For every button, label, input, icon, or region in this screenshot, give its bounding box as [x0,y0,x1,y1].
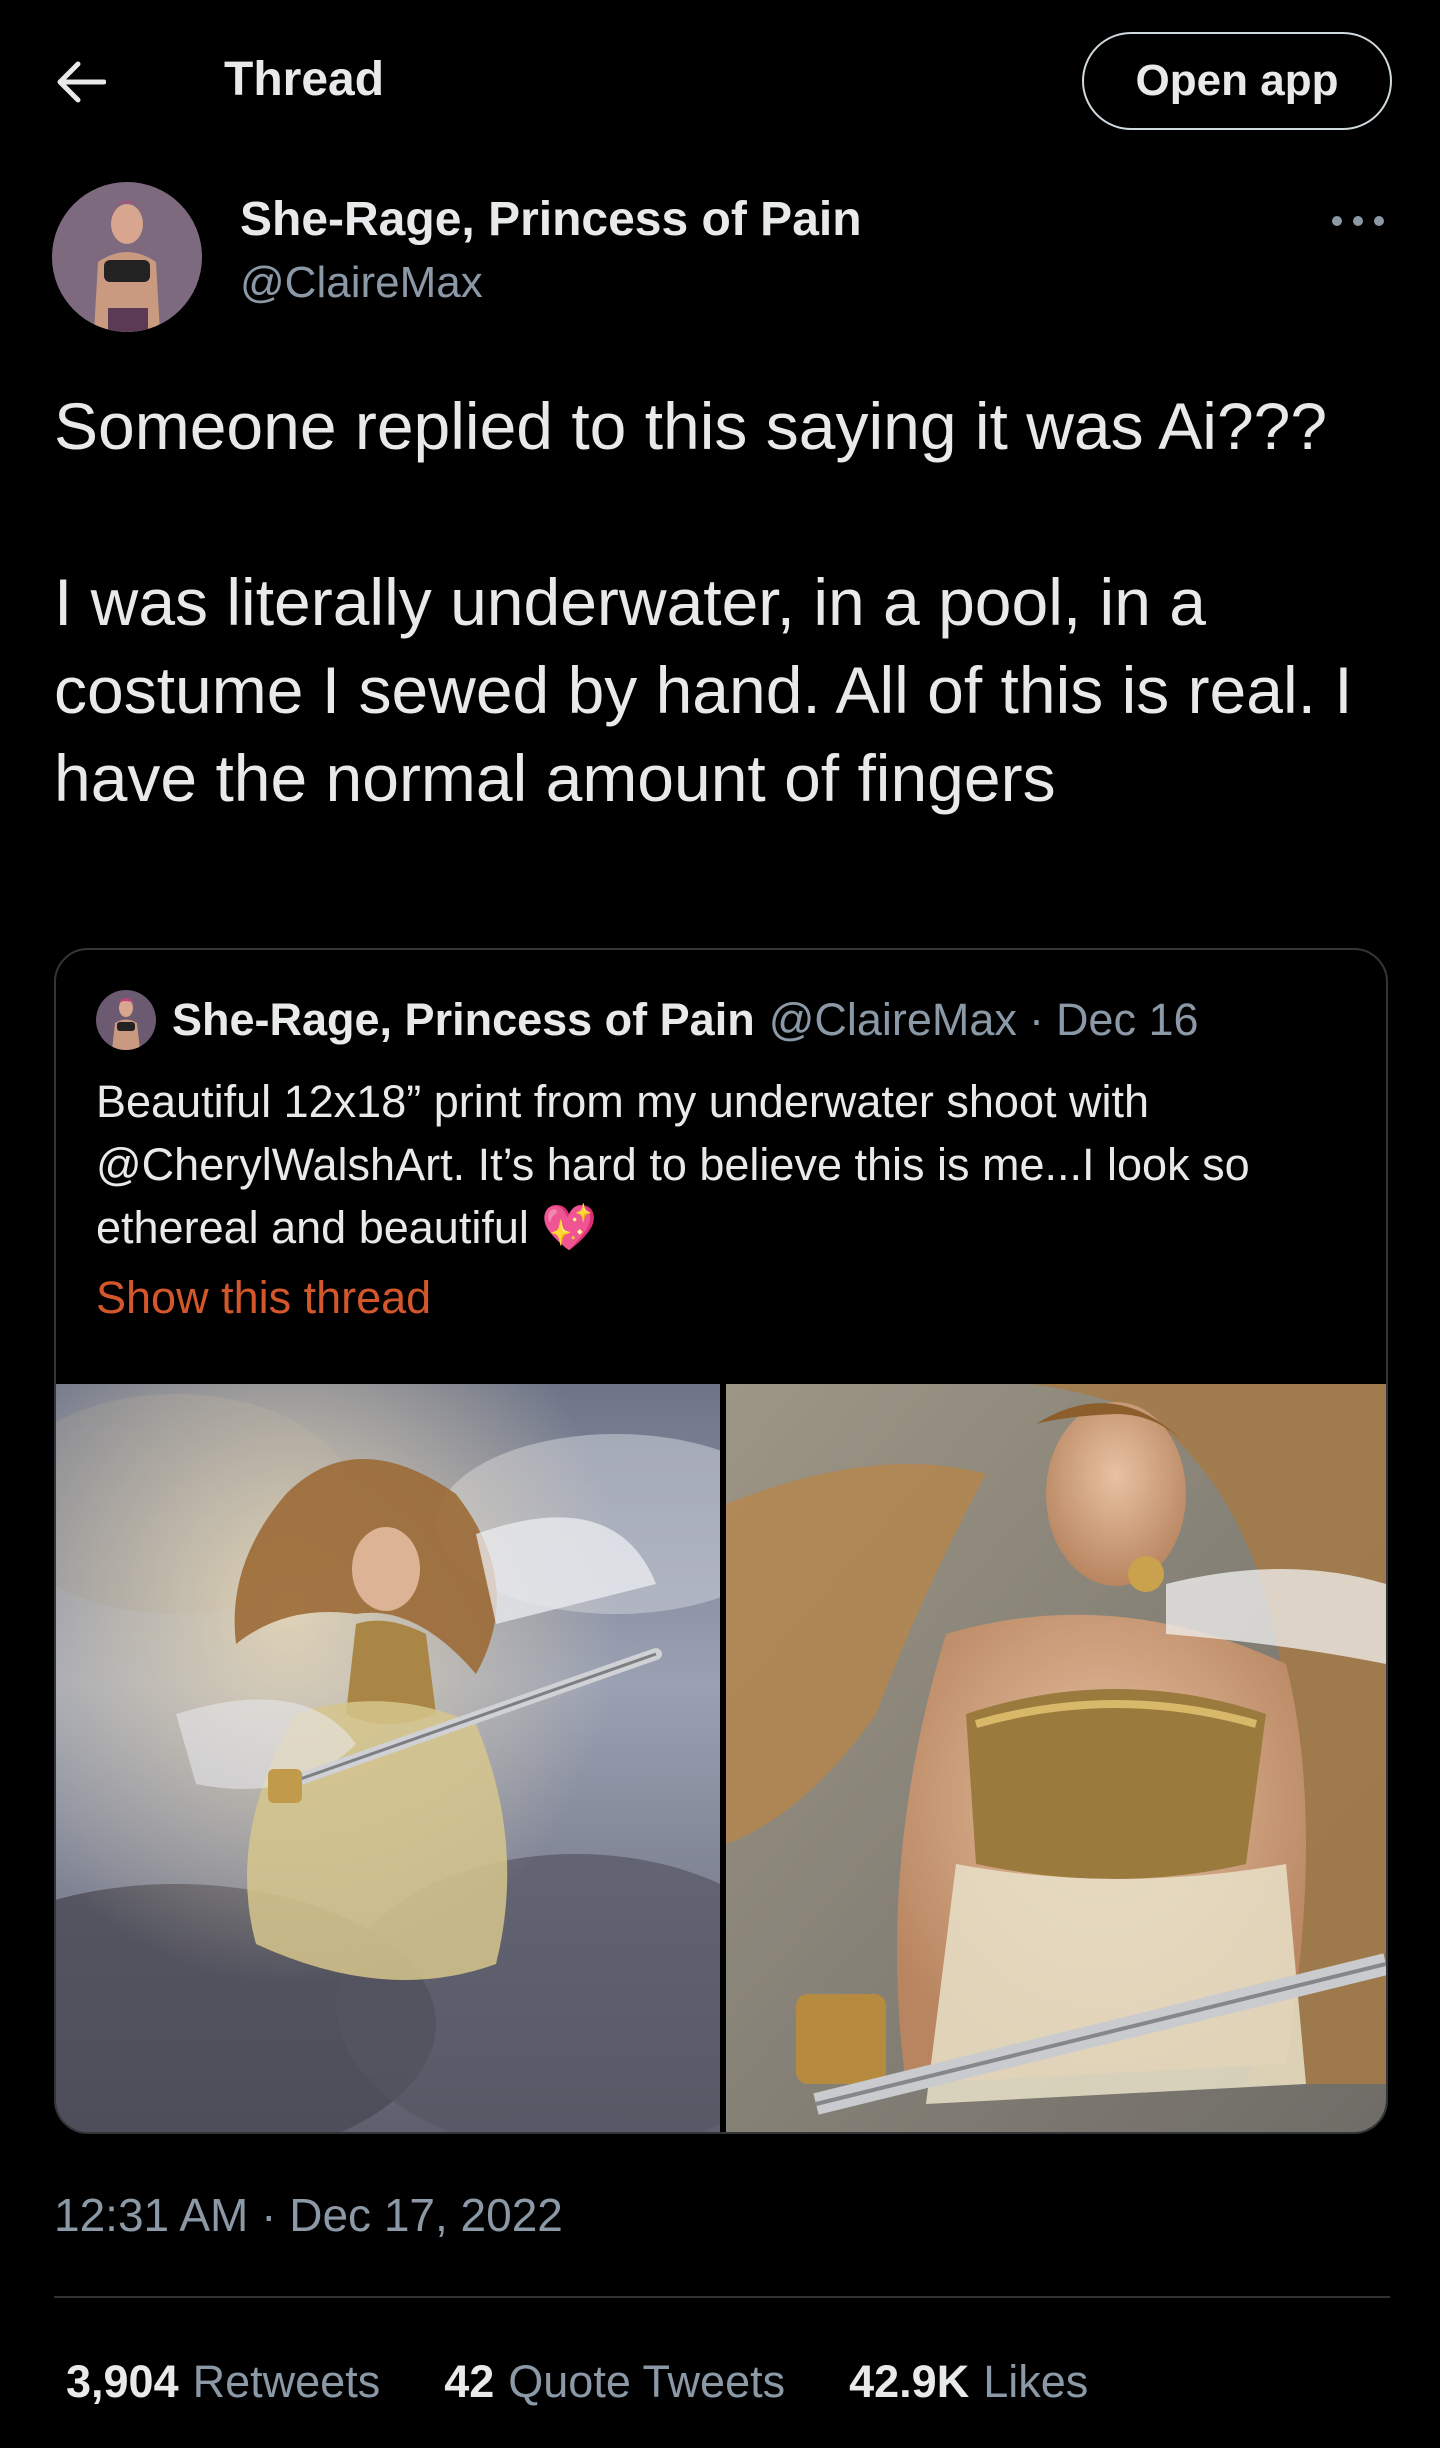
quote-tweets-count: 42 [444,2356,495,2407]
open-app-button[interactable]: Open app [1082,32,1392,130]
show-thread-link[interactable]: Show this thread [96,1272,431,1324]
media-photo-1[interactable] [56,1384,720,2132]
quoted-tweet-card[interactable]: She-Rage, Princess of Pain @ClaireMax · … [54,948,1388,2134]
divider [54,2296,1390,2298]
likes-label: Likes [983,2356,1089,2407]
quoted-date: Dec 16 [1055,994,1199,1045]
back-button[interactable] [50,52,110,112]
quoted-author-avatar [96,990,156,1050]
quoted-tweet-body: Beautiful 12x18” print from my underwate… [96,1076,1250,1253]
tweet-paragraph: Someone replied to this saying it was Ai… [54,389,1328,463]
quoted-tweet-text: Beautiful 12x18” print from my underwate… [96,1070,1356,1259]
sparkling-heart-icon: 💖 [541,1202,598,1253]
author-name[interactable]: She-Rage, Princess of Pain [240,192,862,247]
engagement-stats: 3,904 Retweets 42 Quote Tweets 42.9K Likes [66,2356,1152,2408]
media-photo-2[interactable] [726,1384,1386,2132]
dot-separator: · [1028,994,1044,1045]
retweets-label: Retweets [192,2356,381,2407]
quoted-author-name: She-Rage, Princess of Pain [172,994,755,1045]
retweets-stat[interactable]: 3,904 Retweets [66,2356,380,2408]
media-grid [56,1384,1386,2132]
top-bar: Thread Open app [0,0,1440,168]
more-options-button[interactable] [1326,196,1390,246]
quoted-tweet-header: She-Rage, Princess of Pain @ClaireMax · … [96,990,1199,1050]
author-avatar[interactable] [52,182,202,332]
retweets-count: 3,904 [66,2356,179,2407]
likes-stat[interactable]: 42.9K Likes [849,2356,1088,2408]
quote-tweets-stat[interactable]: 42 Quote Tweets [444,2356,785,2408]
tweet-paragraph: I was literally underwater, in a pool, i… [54,565,1353,815]
arrow-left-icon [57,61,106,103]
page-title: Thread [224,53,385,106]
author-handle[interactable]: @ClaireMax [240,258,483,308]
tweet-text: Someone replied to this saying it was Ai… [54,382,1414,822]
tweet-timestamp[interactable]: 12:31 AM · Dec 17, 2022 [54,2188,563,2242]
more-horizontal-icon [1332,216,1384,226]
quote-tweets-label: Quote Tweets [508,2356,786,2407]
likes-count: 42.9K [849,2356,970,2407]
quoted-author-handle: @ClaireMax [768,994,1017,1045]
